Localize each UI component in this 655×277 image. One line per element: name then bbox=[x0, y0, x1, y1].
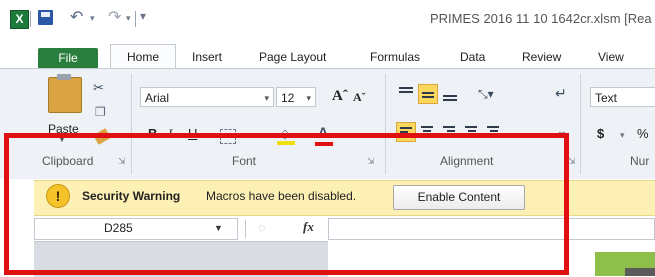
clipboard-launcher-icon[interactable]: ⇲ bbox=[118, 156, 126, 167]
group-label-alignment: Alignment bbox=[440, 154, 494, 168]
undo-icon[interactable]: ↶ bbox=[70, 7, 83, 27]
font-name-value: Arial bbox=[145, 91, 170, 105]
title-bar: X ↶ ▾ ↷ ▾ ▾ PRIMES 2016 11 10 1642cr.xls… bbox=[0, 0, 655, 35]
fill-color-icon[interactable]: ◇ bbox=[277, 126, 295, 145]
copy-icon[interactable]: ❐ bbox=[95, 105, 106, 119]
group-separator bbox=[385, 74, 386, 174]
shrink-font-button[interactable]: Aˇ bbox=[353, 90, 366, 105]
percent-button[interactable]: % bbox=[637, 126, 649, 141]
tab-home[interactable]: Home bbox=[110, 44, 176, 70]
number-format-dropdown[interactable]: Text bbox=[590, 87, 655, 107]
align-right-icon[interactable] bbox=[440, 122, 460, 142]
chevron-down-icon: ▾ bbox=[264, 93, 269, 103]
paste-dropdown-caret[interactable]: ▼ bbox=[58, 135, 66, 144]
qat-separator bbox=[30, 11, 31, 27]
number-format-value: Text bbox=[595, 91, 618, 105]
merge-center-icon[interactable]: ⇔ bbox=[555, 124, 569, 140]
currency-dropdown-caret[interactable]: ▾ bbox=[620, 130, 625, 141]
borders-dropdown-caret[interactable]: ▾ bbox=[244, 130, 249, 141]
font-name-dropdown[interactable]: Arial ▾ bbox=[140, 87, 274, 107]
underline-dropdown-caret[interactable]: ▾ bbox=[206, 130, 211, 141]
cut-icon[interactable]: ✂ bbox=[93, 80, 104, 96]
tab-file[interactable]: File bbox=[38, 48, 98, 68]
qat-customize-icon[interactable]: ▾ bbox=[140, 9, 146, 23]
bold-button[interactable]: B bbox=[148, 126, 157, 141]
top-align-icon[interactable] bbox=[396, 84, 416, 104]
save-icon[interactable] bbox=[38, 10, 53, 25]
currency-button[interactable]: $ bbox=[597, 126, 604, 141]
group-label-number: Nur bbox=[630, 154, 650, 168]
font-color-icon[interactable]: A bbox=[314, 124, 334, 146]
excel-logo-icon[interactable]: X bbox=[10, 10, 29, 29]
sheet-graphic-bar bbox=[625, 268, 655, 276]
ribbon-tab-bar: File Home Insert Page Layout Formulas Da… bbox=[0, 34, 655, 70]
tab-formulas[interactable]: Formulas bbox=[370, 50, 420, 64]
fill-dropdown-caret[interactable]: ▾ bbox=[302, 130, 307, 141]
decrease-indent-icon[interactable] bbox=[462, 122, 482, 142]
formula-cancel-icon: ◌ bbox=[258, 220, 266, 235]
formula-bar-separator bbox=[245, 220, 246, 238]
orientation-icon[interactable]: ⤡▾ bbox=[478, 87, 494, 102]
font-size-dropdown[interactable]: 12 ▾ bbox=[276, 87, 316, 107]
grow-font-button[interactable]: Aˆ bbox=[332, 88, 348, 105]
align-left-icon[interactable] bbox=[396, 122, 416, 142]
group-label-clipboard: Clipboard bbox=[42, 154, 94, 168]
align-center-icon[interactable] bbox=[418, 122, 438, 142]
paste-icon[interactable] bbox=[48, 74, 82, 113]
wrap-text-icon[interactable]: ↵ bbox=[555, 85, 567, 102]
tab-view[interactable]: View bbox=[598, 50, 624, 64]
paste-button-label[interactable]: Paste bbox=[48, 122, 79, 136]
name-box[interactable] bbox=[34, 218, 238, 240]
security-warning-message: Macros have been disabled. bbox=[206, 189, 357, 203]
enable-content-button[interactable]: Enable Content bbox=[393, 185, 525, 210]
italic-button[interactable]: I bbox=[168, 126, 172, 142]
name-box-value: D285 bbox=[104, 221, 133, 235]
alignment-launcher-icon[interactable]: ⇲ bbox=[568, 156, 576, 167]
increase-indent-icon[interactable] bbox=[484, 122, 504, 142]
underline-button[interactable]: U bbox=[188, 126, 197, 141]
tab-data[interactable]: Data bbox=[460, 50, 485, 64]
tab-page-layout[interactable]: Page Layout bbox=[259, 50, 326, 64]
formula-input[interactable] bbox=[328, 218, 655, 240]
qat-separator bbox=[135, 11, 136, 27]
insert-function-button[interactable]: fx bbox=[303, 219, 314, 235]
tab-review[interactable]: Review bbox=[522, 50, 561, 64]
tab-insert[interactable]: Insert bbox=[192, 50, 222, 64]
group-separator bbox=[580, 74, 581, 174]
group-label-font: Font bbox=[232, 154, 257, 168]
font-launcher-icon[interactable]: ⇲ bbox=[367, 156, 375, 167]
group-separator bbox=[131, 74, 132, 174]
redo-dropdown-caret[interactable]: ▾ bbox=[126, 13, 131, 24]
sheet-area-left bbox=[34, 241, 328, 277]
security-warning-title: Security Warning bbox=[82, 189, 181, 203]
redo-icon[interactable]: ↷ bbox=[108, 7, 121, 27]
font-size-value: 12 bbox=[281, 91, 295, 105]
warning-icon: ! bbox=[46, 184, 70, 208]
chevron-down-icon[interactable]: ▼ bbox=[214, 223, 223, 233]
borders-icon[interactable] bbox=[220, 129, 236, 144]
undo-dropdown-caret[interactable]: ▾ bbox=[90, 13, 95, 24]
bottom-align-icon[interactable] bbox=[440, 84, 460, 104]
middle-align-icon[interactable] bbox=[418, 84, 438, 104]
window-title: PRIMES 2016 11 10 1642cr.xlsm [Rea bbox=[430, 11, 652, 26]
chevron-down-icon: ▾ bbox=[306, 93, 311, 103]
